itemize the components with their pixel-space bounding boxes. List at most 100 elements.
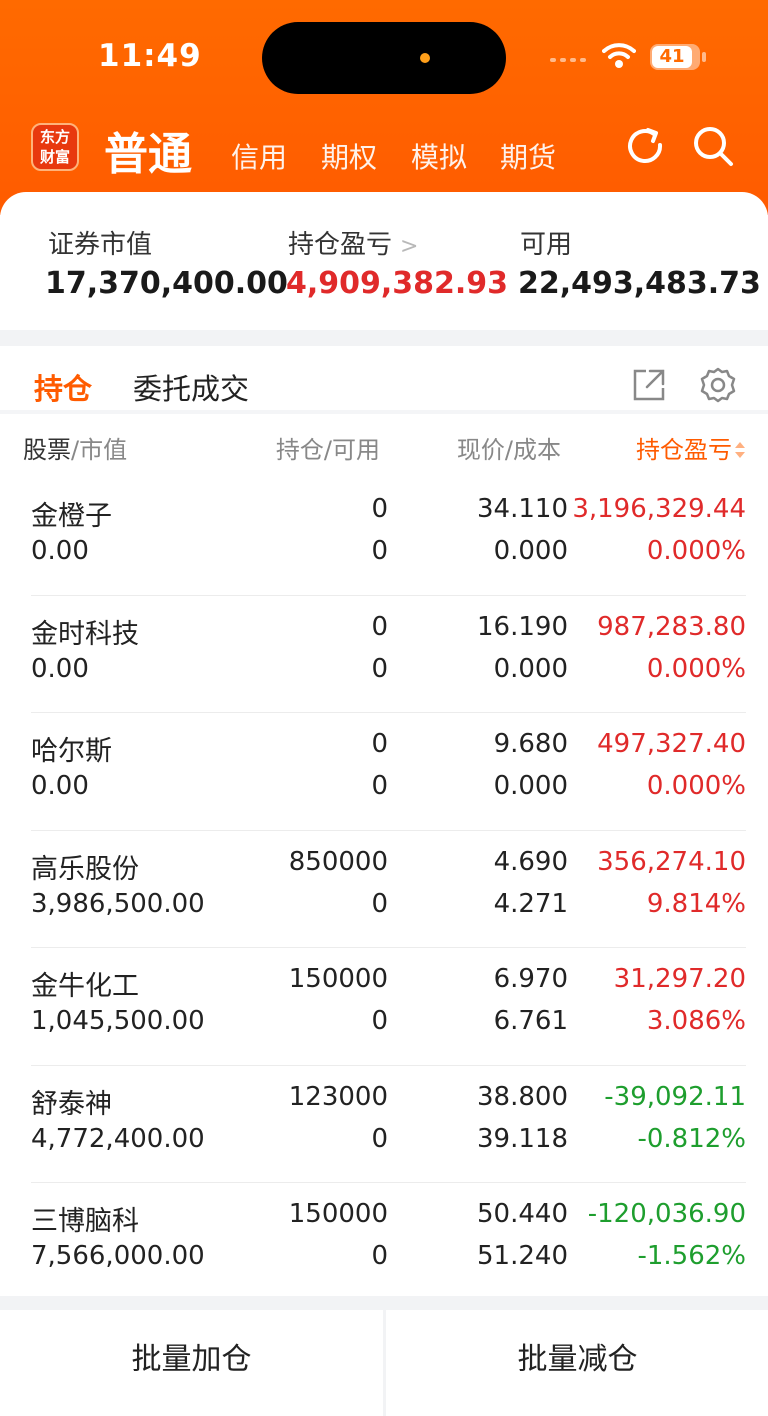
market-value: 0.00 [31, 653, 89, 684]
current-price: 34.110 [477, 494, 568, 524]
available-value: 22,493,483.73 [518, 266, 761, 301]
position-pnl: 356,274.10 [597, 846, 746, 877]
position-pnl: -39,092.11 [604, 1081, 746, 1112]
eastmoney-logo: 东方 财富 [31, 123, 79, 171]
holding-qty: 0 [371, 611, 388, 642]
battery-icon: 41 [650, 44, 700, 70]
current-price: 16.190 [477, 611, 568, 642]
table-row[interactable]: 金牛化工 1,045,500.00 150000 0 6.970 6.761 3… [0, 948, 768, 1066]
position-pnl-pct: 3.086% [646, 1006, 746, 1036]
tab-simulation[interactable]: 模拟 [411, 136, 467, 176]
cost-price: 6.761 [493, 1006, 568, 1036]
positions-panel: 持仓 委托成交 股票/市值 持仓/可用 现价/成本 持仓盈亏 金橙子 0.00 … [0, 346, 768, 1296]
dynamic-island [262, 22, 506, 94]
stock-name: 哈尔斯 [31, 736, 112, 767]
position-pnl-pct: 0.000% [646, 536, 746, 566]
table-row[interactable]: 三博脑科 7,566,000.00 150000 0 50.440 51.240… [0, 1183, 768, 1301]
current-price: 4.690 [493, 846, 568, 877]
camera-indicator-dot [420, 53, 430, 63]
sort-icon [734, 441, 746, 461]
chevron-right-icon: > [400, 234, 419, 259]
available-qty: 0 [371, 536, 388, 566]
holding-qty: 123000 [288, 1081, 388, 1112]
position-pnl: 3,196,329.44 [572, 494, 746, 524]
position-pnl: -120,036.90 [587, 1199, 746, 1229]
available-qty: 0 [371, 1241, 388, 1271]
header-pnl-sort[interactable]: 持仓盈亏 [636, 430, 746, 465]
table-row[interactable]: 高乐股份 3,986,500.00 850000 0 4.690 4.271 3… [0, 831, 768, 948]
table-header: 股票/市值 持仓/可用 现价/成本 持仓盈亏 [0, 414, 768, 478]
account-summary-card: 证券市值 17,370,400.00 持仓盈亏 > 4,909,382.93 可用… [0, 192, 768, 330]
battery-cap [702, 52, 706, 62]
tab-orders-trades[interactable]: 委托成交 [133, 366, 249, 408]
share-icon[interactable] [632, 368, 666, 402]
market-value: 0.00 [31, 771, 89, 801]
position-pnl: 497,327.40 [597, 729, 746, 759]
market-value: 7,566,000.00 [31, 1241, 205, 1271]
status-bar: 11:49 41 [0, 0, 768, 110]
available-label: 可用 [520, 230, 573, 260]
table-row[interactable]: 金时科技 0.00 0 0 16.190 0.000 987,283.80 0.… [0, 596, 768, 713]
current-price: 6.970 [493, 964, 568, 994]
position-pnl-pct: -1.562% [637, 1241, 746, 1271]
position-pnl-pct: 0.000% [646, 653, 746, 684]
logo-text-line1: 东方 [39, 128, 70, 146]
stock-name: 舒泰神 [31, 1088, 112, 1120]
search-icon[interactable] [691, 124, 735, 168]
stock-name: 三博脑科 [31, 1206, 139, 1237]
account-type-nav: 东方 财富 普通 信用 期权 模拟 期货 [0, 118, 768, 188]
tab-futures[interactable]: 期货 [500, 136, 556, 176]
market-value: 17,370,400.00 [45, 266, 288, 301]
bottom-action-bar: 批量加仓 批量减仓 [0, 1310, 768, 1416]
positions-list: 金橙子 0.00 0 0 34.110 0.000 3,196,329.44 0… [0, 478, 768, 1301]
table-row[interactable]: 哈尔斯 0.00 0 0 9.680 0.000 497,327.40 0.00… [0, 713, 768, 831]
cost-price: 4.271 [493, 888, 568, 919]
pnl-summary-link[interactable]: 持仓盈亏 > [288, 224, 418, 261]
cost-price: 39.118 [477, 1123, 568, 1154]
pnl-value: 4,909,382.93 [286, 266, 509, 301]
position-pnl: 31,297.20 [613, 964, 746, 994]
available-qty: 0 [371, 1006, 388, 1036]
table-row[interactable]: 舒泰神 4,772,400.00 123000 0 38.800 39.118 … [0, 1066, 768, 1183]
tab-credit[interactable]: 信用 [231, 136, 287, 176]
current-price: 9.680 [493, 729, 568, 759]
position-pnl-pct: -0.812% [637, 1123, 746, 1154]
tab-options[interactable]: 期权 [321, 136, 377, 176]
holding-qty: 150000 [288, 964, 388, 994]
batch-add-button[interactable]: 批量加仓 [0, 1310, 383, 1416]
market-value: 1,045,500.00 [31, 1006, 205, 1036]
available-qty: 0 [371, 771, 388, 801]
logo-text-line2: 财富 [39, 148, 70, 166]
current-price: 50.440 [477, 1199, 568, 1229]
tab-normal[interactable]: 普通 [104, 118, 192, 182]
market-value: 3,986,500.00 [31, 888, 205, 919]
stock-name: 金牛化工 [31, 971, 139, 1002]
holding-qty: 0 [371, 729, 388, 759]
cost-price: 0.000 [493, 771, 568, 801]
tab-positions[interactable]: 持仓 [34, 366, 92, 408]
stock-name: 高乐股份 [31, 853, 139, 885]
holding-qty: 150000 [288, 1199, 388, 1229]
header-holding-available[interactable]: 持仓/可用 [276, 430, 380, 465]
wifi-icon [602, 43, 636, 68]
table-row[interactable]: 金橙子 0.00 0 0 34.110 0.000 3,196,329.44 0… [0, 478, 768, 596]
subtab-bar: 持仓 委托成交 [0, 346, 768, 410]
cellular-signal-icon [550, 58, 586, 62]
holding-qty: 850000 [288, 846, 388, 877]
market-value-label: 证券市值 [48, 230, 153, 260]
settings-gear-icon[interactable] [699, 366, 737, 404]
pnl-label: 持仓盈亏 [288, 230, 393, 260]
stock-name: 金时科技 [31, 618, 139, 650]
refresh-icon[interactable] [623, 124, 667, 168]
available-qty: 0 [371, 653, 388, 684]
header-stock-marketvalue[interactable]: 股票/市值 [23, 430, 127, 465]
position-pnl-pct: 9.814% [646, 888, 746, 919]
current-price: 38.800 [477, 1081, 568, 1112]
cost-price: 0.000 [493, 536, 568, 566]
header-price-cost[interactable]: 现价/成本 [457, 430, 561, 465]
position-pnl-pct: 0.000% [646, 771, 746, 801]
header-pnl: 持仓盈亏 [636, 436, 732, 464]
header-stock: 股票 [23, 436, 71, 464]
cost-price: 0.000 [493, 653, 568, 684]
batch-reduce-button[interactable]: 批量减仓 [386, 1310, 768, 1416]
